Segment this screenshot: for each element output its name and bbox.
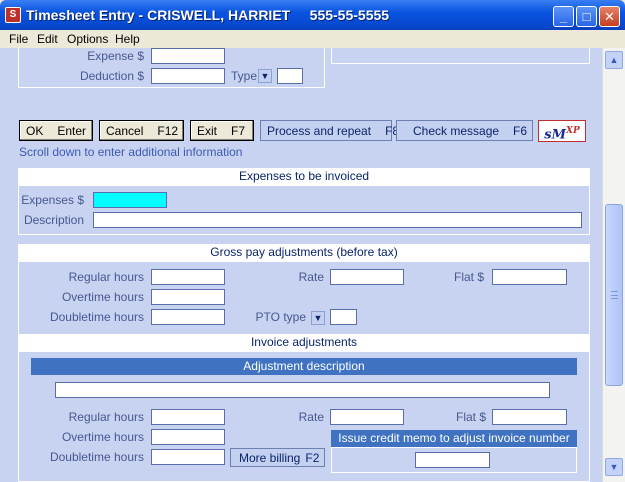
window-title: Timesheet Entry - CRISWELL, HARRIET 555-… (26, 7, 390, 23)
menu-options[interactable]: Options (67, 32, 108, 46)
expenses-section-title: Expenses to be invoiced (18, 168, 590, 185)
expense-label: Expense $ (87, 49, 144, 63)
smxp-logo: sMXP (538, 120, 586, 142)
gross-regular-hours-field[interactable] (151, 269, 225, 285)
type-field[interactable] (277, 68, 303, 84)
invoice-flat-field[interactable] (492, 409, 567, 425)
scroll-down-arrow-icon[interactable]: ▼ (605, 458, 623, 476)
credit-memo-header: Issue credit memo to adjust invoice numb… (331, 430, 577, 447)
vertical-scrollbar[interactable]: ▲ ▼ (602, 48, 625, 482)
deduction-field[interactable] (151, 68, 225, 84)
expenses-field[interactable] (93, 192, 167, 208)
invoice-doubletime-hours-label: Doubletime hours (49, 450, 144, 464)
right-top-panel (331, 48, 590, 64)
title-bar[interactable]: S Timesheet Entry - CRISWELL, HARRIET 55… (0, 0, 625, 30)
more-billing-label: More billing (239, 451, 301, 465)
ok-button[interactable]: OK Enter (19, 120, 93, 141)
gross-overtime-hours-field[interactable] (151, 289, 225, 305)
invoice-flat-label: Flat $ (455, 410, 486, 424)
type-dropdown-chevron-icon[interactable]: ▼ (258, 69, 272, 83)
exit-label: Exit (197, 124, 218, 138)
gross-flat-label: Flat $ (453, 270, 484, 284)
check-label: Check message (413, 124, 500, 138)
menu-file[interactable]: File (9, 32, 28, 46)
credit-memo-invoice-field[interactable] (415, 452, 490, 468)
adjustment-description-header: Adjustment description (31, 358, 577, 375)
ok-key: Enter (57, 124, 87, 138)
cancel-key: F12 (157, 124, 179, 138)
adjustment-description-field[interactable] (55, 382, 550, 398)
process-label: Process and repeat (267, 124, 372, 138)
scrollbar-thumb[interactable] (605, 204, 623, 386)
description-label: Description (23, 213, 84, 227)
gross-rate-field[interactable] (330, 269, 404, 285)
logo-text: sM (544, 127, 566, 143)
expenses-label: Expenses $ (21, 193, 84, 207)
invoice-regular-hours-field[interactable] (151, 409, 225, 425)
scrollbar-grip-icon (611, 291, 618, 299)
type-label: Type (231, 69, 258, 83)
expense-field[interactable] (151, 48, 225, 64)
invoice-regular-hours-label: Regular hours (68, 410, 144, 424)
scroll-hint: Scroll down to enter additional informat… (19, 145, 243, 159)
menu-help[interactable]: Help (115, 32, 140, 46)
invoice-rate-field[interactable] (330, 409, 404, 425)
gross-flat-field[interactable] (492, 269, 567, 285)
form-content: Expense $ Deduction $ Type ▼ OK Enter Can… (0, 48, 602, 482)
gross-doubletime-hours-label: Doubletime hours (49, 310, 144, 324)
pto-type-dropdown-chevron-icon[interactable]: ▼ (311, 311, 325, 325)
menu-bar: File Edit Options Help (0, 30, 625, 48)
invoice-overtime-hours-label: Overtime hours (61, 430, 144, 444)
cancel-button[interactable]: Cancel F12 (99, 120, 184, 141)
check-message-button[interactable]: Check message F6 (396, 120, 533, 141)
maximize-button[interactable]: □ (576, 6, 597, 27)
pto-type-field[interactable] (330, 309, 357, 325)
minimize-button[interactable]: _ (553, 6, 574, 27)
gross-overtime-hours-label: Overtime hours (61, 290, 144, 304)
description-field[interactable] (93, 212, 582, 228)
pto-type-label: PTO type (255, 310, 306, 324)
exit-key: F7 (231, 124, 246, 138)
ok-label: OK (26, 124, 44, 138)
gross-regular-hours-label: Regular hours (68, 270, 144, 284)
invoice-overtime-hours-field[interactable] (151, 429, 225, 445)
gross-rate-label: Rate (298, 270, 324, 284)
more-billing-key: F2 (305, 451, 320, 465)
invoice-rate-label: Rate (298, 410, 324, 424)
invoice-section-title: Invoice adjustments (18, 334, 590, 351)
invoice-doubletime-hours-field[interactable] (151, 449, 225, 465)
close-button[interactable]: ✕ (599, 6, 620, 27)
process-and-repeat-button[interactable]: Process and repeat F8 (260, 120, 399, 141)
gross-doubletime-hours-field[interactable] (151, 309, 225, 325)
deduction-label: Deduction $ (79, 69, 144, 83)
menu-edit[interactable]: Edit (37, 32, 58, 46)
gross-pay-section-title: Gross pay adjustments (before tax) (18, 244, 590, 261)
app-icon: S (5, 7, 21, 23)
cancel-label: Cancel (106, 124, 144, 138)
scroll-up-arrow-icon[interactable]: ▲ (605, 51, 623, 69)
check-key: F6 (513, 124, 528, 138)
more-billing-button[interactable]: More billing F2 (230, 448, 325, 467)
exit-button[interactable]: Exit F7 (190, 120, 254, 141)
logo-sup: XP (565, 126, 580, 136)
